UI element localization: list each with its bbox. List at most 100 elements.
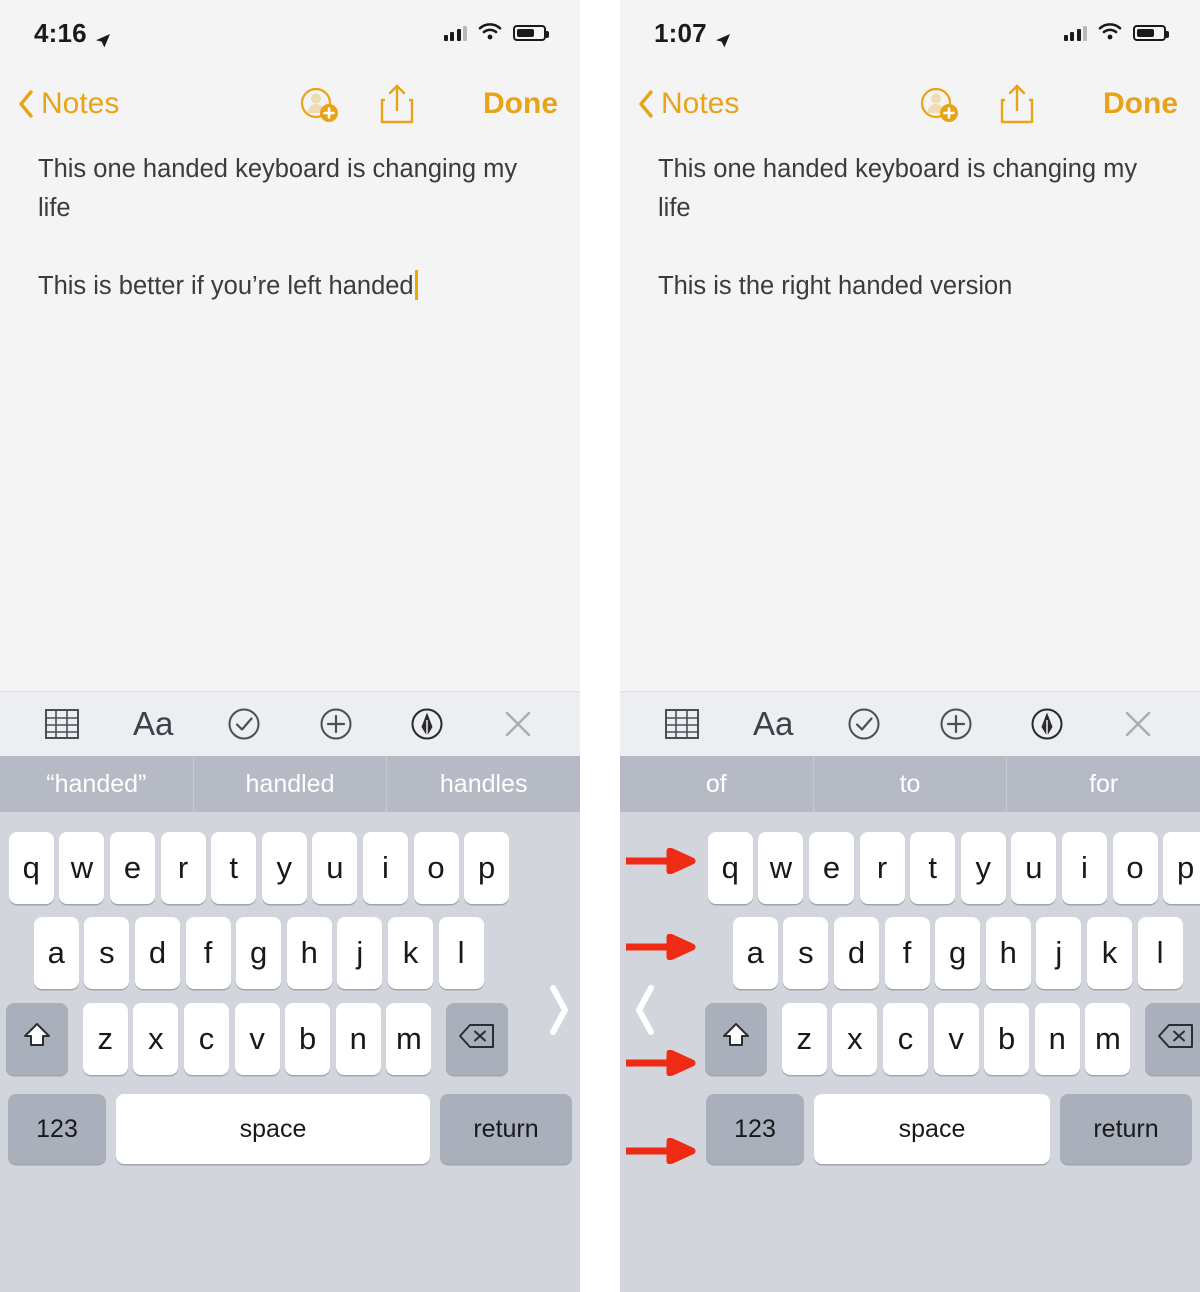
- key-w[interactable]: w: [758, 832, 804, 904]
- key-p[interactable]: p: [464, 832, 510, 904]
- key-f[interactable]: f: [185, 917, 231, 989]
- key-k[interactable]: k: [387, 917, 433, 989]
- suggestion-bar: of to for: [620, 756, 1200, 812]
- status-time: 1:07: [654, 17, 707, 48]
- key-a[interactable]: a: [732, 917, 778, 989]
- key-u[interactable]: u: [312, 832, 358, 904]
- battery-icon: [513, 25, 549, 41]
- return-key[interactable]: return: [440, 1094, 572, 1164]
- key-t[interactable]: t: [910, 832, 956, 904]
- key-i[interactable]: i: [1061, 832, 1107, 904]
- suggestion-item[interactable]: “handed”: [0, 756, 194, 812]
- numbers-key[interactable]: 123: [8, 1094, 106, 1164]
- key-i[interactable]: i: [362, 832, 408, 904]
- text-format-icon[interactable]: Aa: [127, 698, 179, 750]
- key-z[interactable]: z: [781, 1003, 827, 1075]
- key-r[interactable]: r: [859, 832, 905, 904]
- key-g[interactable]: g: [935, 917, 981, 989]
- suggestion-item[interactable]: of: [620, 756, 814, 812]
- key-h[interactable]: h: [985, 917, 1031, 989]
- share-icon[interactable]: [375, 82, 419, 126]
- table-icon[interactable]: [656, 698, 708, 750]
- expand-keyboard-handle-left[interactable]: [634, 984, 656, 1040]
- key-j[interactable]: j: [1036, 917, 1082, 989]
- checklist-icon[interactable]: [218, 698, 270, 750]
- key-x[interactable]: x: [832, 1003, 878, 1075]
- key-y[interactable]: y: [261, 832, 307, 904]
- key-a[interactable]: a: [33, 917, 79, 989]
- close-icon[interactable]: [492, 698, 544, 750]
- done-button[interactable]: Done: [483, 87, 558, 121]
- text-format-icon[interactable]: Aa: [747, 698, 799, 750]
- add-person-icon[interactable]: [917, 82, 961, 126]
- key-l[interactable]: l: [1137, 917, 1183, 989]
- key-z[interactable]: z: [82, 1003, 128, 1075]
- share-icon[interactable]: [995, 82, 1039, 126]
- key-y[interactable]: y: [960, 832, 1006, 904]
- key-e[interactable]: e: [109, 832, 155, 904]
- key-s[interactable]: s: [783, 917, 829, 989]
- key-o[interactable]: o: [413, 832, 459, 904]
- key-d[interactable]: d: [833, 917, 879, 989]
- location-arrow-icon: [715, 25, 731, 48]
- add-person-icon[interactable]: [297, 82, 341, 126]
- one-handed-left-keyboard: q w e r t y u i o p a s d f g h j k l z …: [0, 812, 580, 1292]
- key-r[interactable]: r: [160, 832, 206, 904]
- key-g[interactable]: g: [236, 917, 282, 989]
- key-b[interactable]: b: [285, 1003, 331, 1075]
- key-v[interactable]: v: [234, 1003, 280, 1075]
- key-b[interactable]: b: [984, 1003, 1030, 1075]
- expand-keyboard-handle-right[interactable]: [548, 984, 570, 1040]
- checklist-icon[interactable]: [838, 698, 890, 750]
- key-k[interactable]: k: [1086, 917, 1132, 989]
- suggestion-item[interactable]: for: [1007, 756, 1200, 812]
- suggestion-item[interactable]: handles: [387, 756, 580, 812]
- key-j[interactable]: j: [337, 917, 383, 989]
- key-m[interactable]: m: [1085, 1003, 1131, 1075]
- done-button[interactable]: Done: [1103, 87, 1178, 121]
- key-f[interactable]: f: [884, 917, 930, 989]
- key-p[interactable]: p: [1163, 832, 1200, 904]
- note-paragraph-2: This is better if you’re left handed: [38, 272, 414, 300]
- space-key[interactable]: space: [116, 1094, 430, 1164]
- return-key[interactable]: return: [1060, 1094, 1192, 1164]
- numbers-key[interactable]: 123: [706, 1094, 804, 1164]
- key-h[interactable]: h: [286, 917, 332, 989]
- key-m[interactable]: m: [386, 1003, 432, 1075]
- key-c[interactable]: c: [183, 1003, 229, 1075]
- space-key[interactable]: space: [814, 1094, 1050, 1164]
- backspace-key[interactable]: [1145, 1003, 1200, 1075]
- back-to-notes-button[interactable]: Notes: [18, 87, 119, 121]
- key-n[interactable]: n: [335, 1003, 381, 1075]
- key-d[interactable]: d: [134, 917, 180, 989]
- markup-pen-icon[interactable]: [401, 698, 453, 750]
- key-c[interactable]: c: [882, 1003, 928, 1075]
- shift-key[interactable]: [6, 1003, 68, 1075]
- close-icon[interactable]: [1112, 698, 1164, 750]
- key-n[interactable]: n: [1034, 1003, 1080, 1075]
- text-cursor: [414, 270, 418, 300]
- keyboard-row-4: 123 space return: [620, 1082, 1200, 1176]
- suggestion-item[interactable]: to: [814, 756, 1008, 812]
- key-t[interactable]: t: [211, 832, 257, 904]
- suggestion-item[interactable]: handled: [194, 756, 388, 812]
- table-icon[interactable]: [36, 698, 88, 750]
- back-to-notes-button[interactable]: Notes: [638, 87, 739, 121]
- add-attachment-icon[interactable]: [310, 698, 362, 750]
- key-o[interactable]: o: [1112, 832, 1158, 904]
- key-l[interactable]: l: [438, 917, 484, 989]
- key-q[interactable]: q: [8, 832, 54, 904]
- key-s[interactable]: s: [84, 917, 130, 989]
- key-w[interactable]: w: [59, 832, 105, 904]
- backspace-key[interactable]: [446, 1003, 509, 1075]
- notes-format-toolbar: Aa: [620, 691, 1200, 756]
- key-u[interactable]: u: [1011, 832, 1057, 904]
- shift-key[interactable]: [705, 1003, 767, 1075]
- key-q[interactable]: q: [707, 832, 753, 904]
- markup-pen-icon[interactable]: [1021, 698, 1073, 750]
- key-v[interactable]: v: [933, 1003, 979, 1075]
- key-x[interactable]: x: [133, 1003, 179, 1075]
- add-attachment-icon[interactable]: [930, 698, 982, 750]
- status-time-group: 1:07: [654, 18, 731, 49]
- key-e[interactable]: e: [808, 832, 854, 904]
